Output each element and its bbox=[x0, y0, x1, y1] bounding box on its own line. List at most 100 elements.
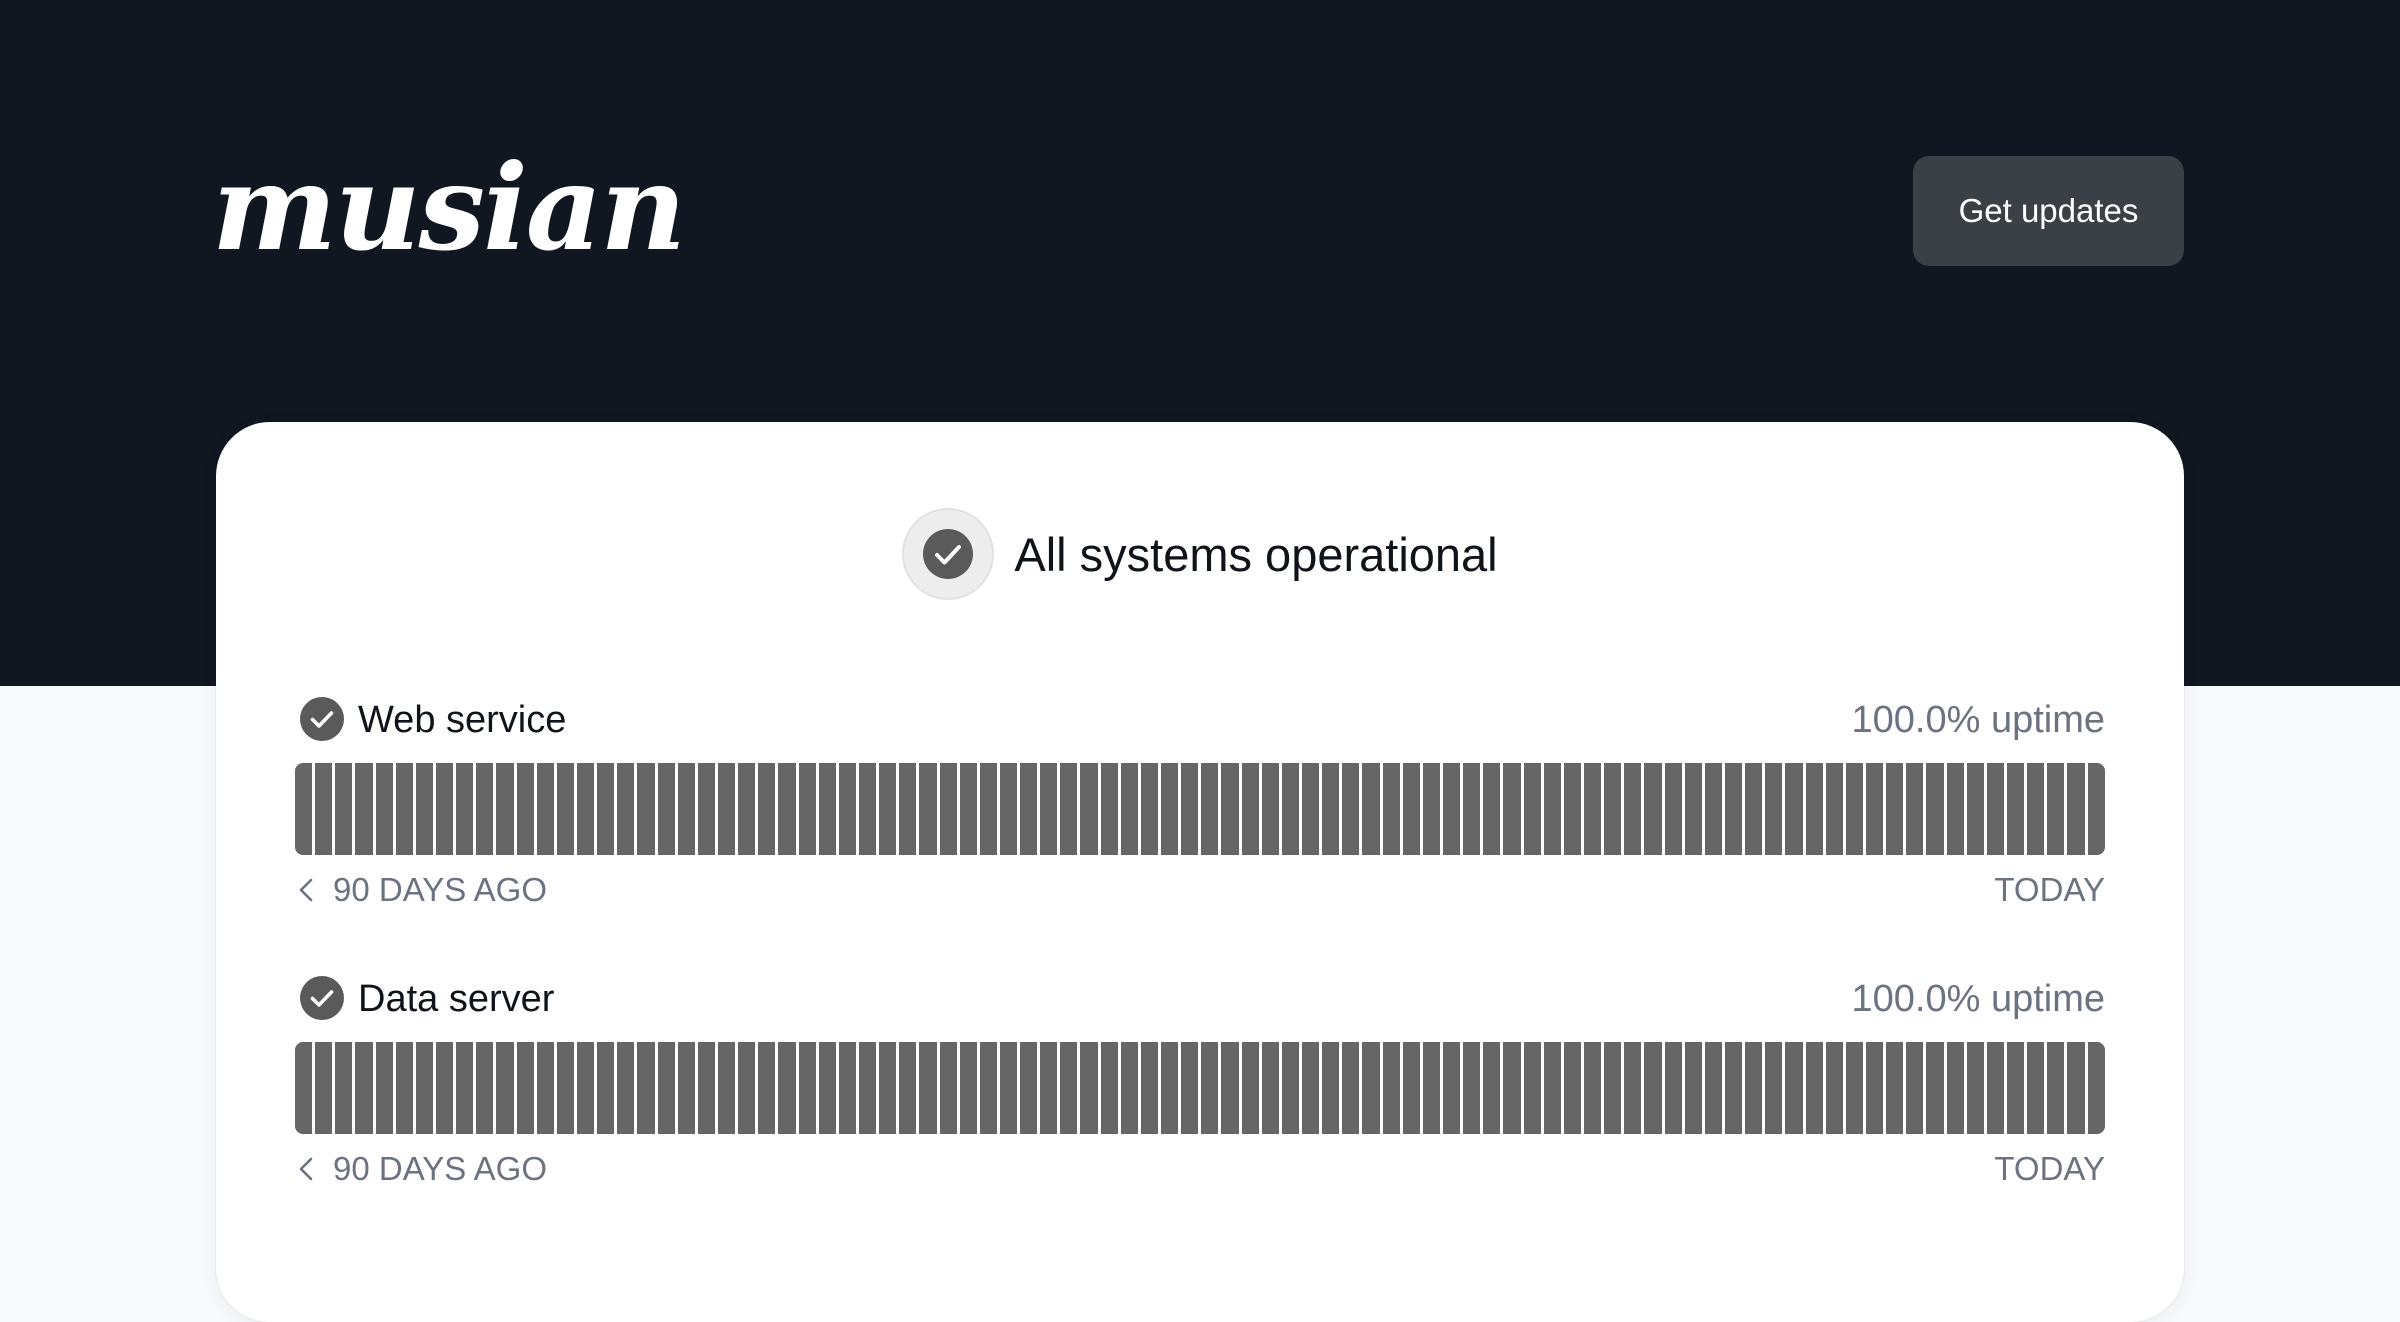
uptime-day-bar[interactable] bbox=[858, 763, 877, 855]
uptime-day-bar[interactable] bbox=[1261, 763, 1279, 855]
uptime-day-bar[interactable] bbox=[1120, 763, 1138, 855]
uptime-day-bar[interactable] bbox=[1261, 1042, 1279, 1134]
uptime-day-bar[interactable] bbox=[295, 1042, 313, 1134]
uptime-day-bar[interactable] bbox=[1664, 1042, 1682, 1134]
uptime-day-bar[interactable] bbox=[1745, 1042, 1763, 1134]
uptime-day-bar[interactable] bbox=[1704, 763, 1722, 855]
uptime-day-bar[interactable] bbox=[1624, 1042, 1642, 1134]
uptime-day-bar[interactable] bbox=[1644, 1042, 1662, 1134]
uptime-day-bar[interactable] bbox=[1201, 763, 1219, 855]
uptime-day-bar[interactable] bbox=[1644, 763, 1662, 855]
uptime-day-bar[interactable] bbox=[1221, 763, 1239, 855]
uptime-day-bar[interactable] bbox=[899, 763, 917, 855]
uptime-day-bar[interactable] bbox=[1362, 1042, 1380, 1134]
uptime-day-bar[interactable] bbox=[637, 1042, 655, 1134]
uptime-day-bar[interactable] bbox=[818, 1042, 836, 1134]
uptime-day-bar[interactable] bbox=[677, 763, 695, 855]
uptime-day-bar[interactable] bbox=[395, 763, 413, 855]
uptime-day-bar[interactable] bbox=[1483, 1042, 1501, 1134]
uptime-day-bar[interactable] bbox=[1080, 1042, 1098, 1134]
uptime-day-bar[interactable] bbox=[1926, 763, 1944, 855]
uptime-day-bar[interactable] bbox=[2067, 1042, 2085, 1134]
uptime-day-bar[interactable] bbox=[778, 1042, 796, 1134]
uptime-day-bar[interactable] bbox=[2006, 1042, 2025, 1134]
uptime-day-bar[interactable] bbox=[979, 1042, 997, 1134]
uptime-day-bar[interactable] bbox=[1543, 763, 1561, 855]
uptime-day-bar[interactable] bbox=[2027, 1042, 2045, 1134]
uptime-day-bar[interactable] bbox=[818, 763, 836, 855]
uptime-day-bar[interactable] bbox=[798, 1042, 816, 1134]
uptime-day-bar[interactable] bbox=[456, 1042, 474, 1134]
uptime-day-bar[interactable] bbox=[395, 1042, 413, 1134]
uptime-day-bar[interactable] bbox=[476, 763, 494, 855]
uptime-day-bar[interactable] bbox=[1221, 1042, 1239, 1134]
uptime-day-bar[interactable] bbox=[919, 763, 937, 855]
uptime-day-bar[interactable] bbox=[496, 1042, 514, 1134]
uptime-day-bar[interactable] bbox=[536, 763, 554, 855]
uptime-day-bar[interactable] bbox=[1322, 1042, 1340, 1134]
uptime-day-bar[interactable] bbox=[597, 763, 615, 855]
uptime-day-bar[interactable] bbox=[597, 1042, 615, 1134]
uptime-day-bar[interactable] bbox=[1724, 763, 1743, 855]
uptime-day-bar[interactable] bbox=[858, 1042, 877, 1134]
uptime-day-bar[interactable] bbox=[1825, 763, 1843, 855]
uptime-day-bar[interactable] bbox=[1604, 1042, 1622, 1134]
uptime-day-bar[interactable] bbox=[1845, 763, 1863, 855]
get-updates-button[interactable]: Get updates bbox=[1913, 156, 2184, 266]
uptime-day-bar[interactable] bbox=[939, 1042, 957, 1134]
uptime-day-bar[interactable] bbox=[315, 1042, 333, 1134]
chevron-left-icon[interactable] bbox=[297, 877, 315, 903]
uptime-day-bar[interactable] bbox=[335, 1042, 353, 1134]
uptime-day-bar[interactable] bbox=[1563, 763, 1581, 855]
uptime-day-bar[interactable] bbox=[1161, 1042, 1179, 1134]
uptime-day-bar[interactable] bbox=[637, 763, 655, 855]
uptime-day-bar[interactable] bbox=[576, 1042, 595, 1134]
uptime-day-bar[interactable] bbox=[1704, 1042, 1722, 1134]
uptime-day-bar[interactable] bbox=[838, 1042, 856, 1134]
uptime-day-bar[interactable] bbox=[1201, 1042, 1219, 1134]
uptime-day-bar[interactable] bbox=[536, 1042, 554, 1134]
uptime-day-bar[interactable] bbox=[295, 763, 313, 855]
uptime-day-bar[interactable] bbox=[1020, 1042, 1038, 1134]
uptime-day-bar[interactable] bbox=[1402, 1042, 1420, 1134]
uptime-day-bar[interactable] bbox=[1443, 763, 1461, 855]
uptime-day-bar[interactable] bbox=[1181, 1042, 1199, 1134]
uptime-day-bar[interactable] bbox=[1060, 1042, 1078, 1134]
uptime-day-bar[interactable] bbox=[1684, 763, 1702, 855]
uptime-day-bar[interactable] bbox=[1422, 1042, 1441, 1134]
uptime-day-bar[interactable] bbox=[738, 763, 756, 855]
uptime-day-bar[interactable] bbox=[2027, 763, 2045, 855]
uptime-day-bar[interactable] bbox=[657, 1042, 675, 1134]
uptime-day-bar[interactable] bbox=[1584, 1042, 1602, 1134]
uptime-day-bar[interactable] bbox=[2047, 1042, 2065, 1134]
uptime-day-bar[interactable] bbox=[1865, 1042, 1884, 1134]
uptime-day-bar[interactable] bbox=[516, 1042, 534, 1134]
uptime-day-bar[interactable] bbox=[1926, 1042, 1944, 1134]
uptime-day-bar[interactable] bbox=[1604, 763, 1622, 855]
uptime-day-bar[interactable] bbox=[556, 763, 574, 855]
uptime-day-bar[interactable] bbox=[1503, 1042, 1521, 1134]
uptime-day-bar[interactable] bbox=[1503, 763, 1521, 855]
uptime-day-bar[interactable] bbox=[456, 763, 474, 855]
uptime-day-bar[interactable] bbox=[1986, 1042, 2004, 1134]
uptime-day-bar[interactable] bbox=[1966, 1042, 1984, 1134]
uptime-day-bar[interactable] bbox=[415, 1042, 433, 1134]
uptime-day-bar[interactable] bbox=[435, 763, 454, 855]
uptime-day-bar[interactable] bbox=[1302, 1042, 1320, 1134]
uptime-day-bar[interactable] bbox=[1402, 763, 1420, 855]
uptime-day-bar[interactable] bbox=[1362, 763, 1380, 855]
uptime-day-bar[interactable] bbox=[1906, 1042, 1924, 1134]
uptime-day-bar[interactable] bbox=[1463, 763, 1481, 855]
uptime-day-bar[interactable] bbox=[1845, 1042, 1863, 1134]
uptime-day-bar[interactable] bbox=[1281, 763, 1300, 855]
uptime-day-bar[interactable] bbox=[1302, 763, 1320, 855]
uptime-day-bar[interactable] bbox=[1382, 1042, 1400, 1134]
uptime-day-bar[interactable] bbox=[617, 1042, 635, 1134]
uptime-day-bar[interactable] bbox=[1946, 763, 1964, 855]
uptime-day-bar[interactable] bbox=[2087, 1042, 2105, 1134]
uptime-day-bar[interactable] bbox=[1906, 763, 1924, 855]
uptime-day-bar[interactable] bbox=[1765, 1042, 1783, 1134]
uptime-day-bar[interactable] bbox=[375, 763, 393, 855]
uptime-day-bar[interactable] bbox=[1785, 763, 1803, 855]
uptime-day-bar[interactable] bbox=[959, 1042, 977, 1134]
